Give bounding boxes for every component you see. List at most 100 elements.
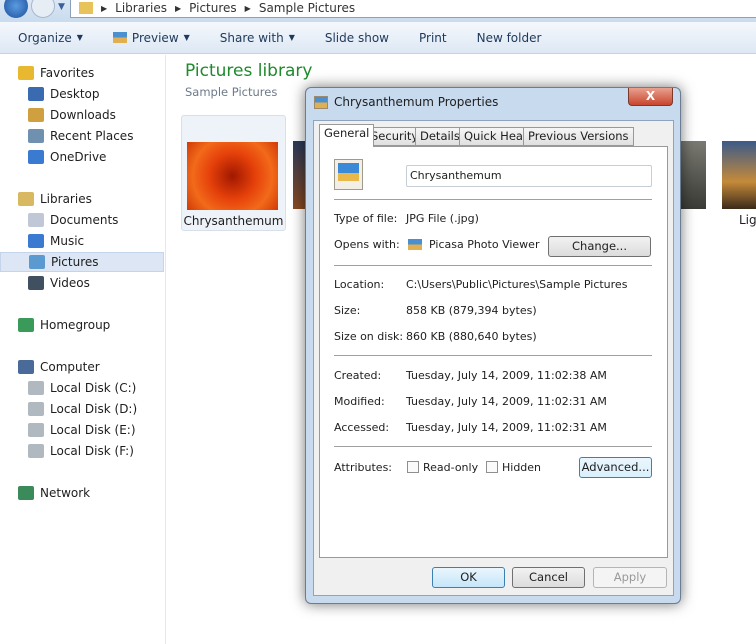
sidebar-item-onedrive[interactable]: OneDrive	[0, 147, 164, 167]
back-button[interactable]	[4, 0, 28, 18]
divider	[334, 265, 652, 266]
recent-pages-dropdown-icon[interactable]: ▼	[58, 2, 65, 12]
sidebar-item-local-disk-d[interactable]: Local Disk (D:)	[0, 399, 164, 419]
breadcrumb-separator: ▶	[174, 3, 182, 13]
print-button[interactable]: Print	[419, 31, 447, 45]
sidebar-item-videos[interactable]: Videos	[0, 273, 164, 293]
toolbar: Organize ▼ Preview ▼ Share with ▼ Slide sho…	[0, 22, 756, 54]
desktop-icon	[28, 87, 44, 101]
breadcrumb-pictures[interactable]: Pictures	[189, 1, 237, 15]
folder-icon	[79, 2, 93, 14]
type-value: JPG File (.jpg)	[406, 212, 479, 225]
star-icon	[18, 66, 34, 80]
sidebar-item-music[interactable]: Music	[0, 231, 164, 251]
chevron-down-icon: ▼	[183, 33, 190, 42]
sidebar-item-label: Libraries	[40, 192, 92, 206]
forward-button[interactable]	[31, 0, 55, 18]
hidden-label[interactable]: Hidden	[502, 461, 541, 474]
sidebar-item-local-disk-f[interactable]: Local Disk (F:)	[0, 441, 164, 461]
dialog-title: Chrysanthemum Properties	[334, 95, 499, 109]
documents-icon	[28, 213, 44, 227]
accessed-label: Accessed:	[334, 421, 390, 434]
size-label: Size:	[334, 304, 361, 317]
close-button[interactable]: X	[628, 88, 673, 106]
sidebar-item-desktop[interactable]: Desktop	[0, 84, 164, 104]
breadcrumb-separator: ▶	[101, 3, 108, 13]
location-label: Location:	[334, 278, 385, 291]
breadcrumb-separator: ▶	[244, 3, 251, 13]
onedrive-icon	[28, 150, 44, 164]
accessed-value: Tuesday, July 14, 2009, 11:02:31 AM	[406, 421, 607, 434]
created-label: Created:	[334, 369, 382, 382]
sidebar-item-favorites[interactable]: Favorites	[0, 63, 164, 83]
share-label: Share with	[219, 30, 284, 45]
tab-previous-versions[interactable]: Previous Versions	[523, 127, 634, 146]
sidebar-item-documents[interactable]: Documents	[0, 210, 164, 230]
tab-details[interactable]: Details	[415, 127, 465, 146]
type-label: Type of file:	[334, 212, 398, 225]
ok-button[interactable]: OK	[432, 567, 505, 588]
file-label: Lig	[739, 213, 756, 227]
address-bar[interactable]: ▶ Libraries ▶ Pictures ▶ Sample Pictures	[70, 0, 756, 18]
breadcrumb-libraries[interactable]: Libraries	[115, 1, 167, 15]
picasa-icon	[408, 239, 422, 250]
read-only-checkbox[interactable]	[407, 461, 419, 473]
picture-icon	[112, 32, 127, 43]
slide-show-button[interactable]: Slide show	[325, 31, 389, 45]
location-value: C:\Users\Public\Pictures\Sample Pictures	[406, 278, 628, 291]
organize-button[interactable]: Organize ▼	[18, 31, 83, 45]
library-title: Pictures library	[185, 61, 313, 81]
share-with-button[interactable]: Share with ▼	[220, 31, 295, 45]
tab-quick-heal[interactable]: Quick Heal	[459, 127, 532, 146]
network-icon	[18, 486, 34, 500]
sidebar-item-homegroup[interactable]: Homegroup	[0, 315, 164, 335]
sidebar-item-label: Local Disk (C:)	[50, 381, 137, 395]
sidebar-item-pictures[interactable]: Pictures	[0, 252, 164, 272]
chrysanthemum-thumbnail	[187, 142, 278, 210]
sidebar-item-label: Favorites	[40, 66, 95, 80]
sidebar-item-libraries[interactable]: Libraries	[0, 189, 164, 209]
hidden-checkbox[interactable]	[486, 461, 498, 473]
pictures-icon	[29, 255, 45, 269]
preview-label: Preview	[131, 30, 179, 45]
advanced-button[interactable]: Advanced...	[579, 457, 652, 478]
sidebar-item-label: Desktop	[50, 87, 100, 101]
sidebar-item-label: OneDrive	[50, 150, 107, 164]
sidebar-item-computer[interactable]: Computer	[0, 357, 164, 377]
preview-button[interactable]: Preview ▼	[112, 30, 190, 45]
divider	[334, 446, 652, 447]
divider	[334, 199, 652, 200]
navigation-pane: Favorites Desktop Downloads Recent Places On…	[0, 55, 166, 644]
file-item-chrysanthemum[interactable]: Chrysanthemum	[181, 115, 286, 231]
sidebar-item-network[interactable]: Network	[0, 483, 164, 503]
sidebar-item-downloads[interactable]: Downloads	[0, 105, 164, 125]
size-value: 858 KB (879,394 bytes)	[406, 304, 537, 317]
change-button[interactable]: Change...	[548, 236, 651, 257]
read-only-label[interactable]: Read-only	[423, 461, 478, 474]
sidebar-item-label: Recent Places	[50, 129, 134, 143]
sidebar-item-local-disk-c[interactable]: Local Disk (C:)	[0, 378, 164, 398]
sidebar-item-recent-places[interactable]: Recent Places	[0, 126, 164, 146]
general-tab-panel: Chrysanthemum Type of file: JPG File (.j…	[319, 146, 668, 558]
downloads-icon	[28, 108, 44, 122]
libraries-icon	[18, 192, 34, 206]
drive-icon	[28, 381, 44, 395]
desert-thumbnail[interactable]	[293, 141, 305, 209]
tab-general[interactable]: General	[319, 124, 375, 147]
modified-value: Tuesday, July 14, 2009, 11:02:31 AM	[406, 395, 607, 408]
cancel-button[interactable]: Cancel	[512, 567, 585, 588]
organize-label: Organize	[18, 30, 72, 45]
sidebar-item-label: Downloads	[50, 108, 116, 122]
dialog-body: General Security Details Quick Heal Prev…	[313, 120, 674, 596]
apply-button[interactable]: Apply	[593, 567, 667, 588]
file-name-input[interactable]: Chrysanthemum	[406, 165, 652, 187]
sidebar-item-local-disk-e[interactable]: Local Disk (E:)	[0, 420, 164, 440]
sidebar-item-label: Documents	[50, 213, 119, 227]
videos-icon	[28, 276, 44, 290]
new-folder-button[interactable]: New folder	[477, 31, 542, 45]
lighthouse-thumbnail[interactable]	[722, 141, 756, 209]
breadcrumb-sample-pictures[interactable]: Sample Pictures	[259, 1, 355, 15]
sidebar-item-label: Network	[40, 486, 91, 500]
opens-with-value: Picasa Photo Viewer	[429, 238, 540, 251]
sidebar-item-label: Local Disk (E:)	[50, 423, 136, 437]
